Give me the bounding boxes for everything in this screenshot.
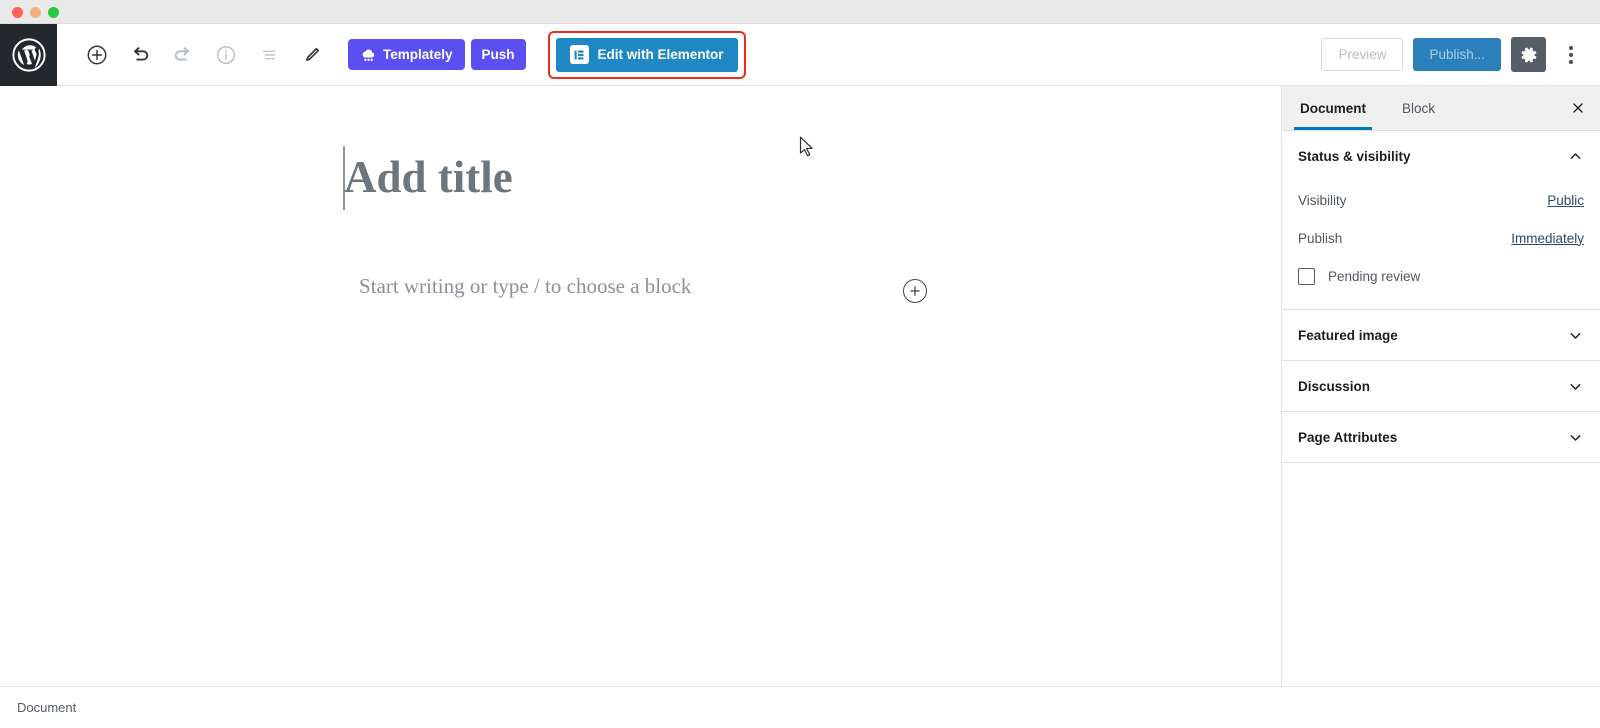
window-titlebar [0,0,1600,24]
editor-window: Templately Push Edit with Elementor Prev… [0,0,1600,728]
add-block-button[interactable] [77,35,117,75]
plugin-button-group: Templately Push [348,39,526,70]
editor-footer: Document [0,686,1600,728]
cloud-dots-icon [362,49,375,62]
kebab-dot [1569,52,1573,57]
elementor-highlight-outline: Edit with Elementor [547,30,746,79]
toolbar-icon-group [77,35,332,75]
templately-button-label: Templately [383,47,453,62]
elementor-panel-icon [569,45,589,64]
edit-with-elementor-label: Edit with Elementor [597,47,724,62]
panel-status-visibility-header[interactable]: Status & visibility [1282,131,1600,181]
pending-review-checkbox[interactable] [1298,267,1315,285]
gear-icon [1520,47,1536,62]
settings-toggle-button[interactable] [1511,37,1546,72]
wordpress-logo-icon [11,37,46,72]
mouse-pointer-icon [799,136,813,157]
wordpress-logo-button[interactable] [0,23,57,86]
chevron-down-icon [1570,332,1581,339]
panel-featured-image-header[interactable]: Featured image [1282,310,1600,360]
editor-canvas[interactable]: Add title Start writing or type / to cho… [0,86,1282,686]
publish-label: Publish [1298,230,1343,246]
pencil-icon [306,47,320,61]
chevron-up-icon [1570,152,1581,159]
undo-icon [133,46,149,61]
panel-page-attributes: Page Attributes [1282,412,1600,463]
pending-review-label[interactable]: Pending review [1328,269,1420,284]
panel-title: Status & visibility [1298,148,1411,164]
panel-status-visibility: Status & visibility Visibility Public Pu… [1282,131,1600,310]
list-view-icon [262,50,276,59]
details-button[interactable] [206,35,246,75]
panel-discussion: Discussion [1282,361,1600,412]
plus-circle-icon [910,286,920,296]
panel-title: Page Attributes [1298,429,1398,445]
row-visibility: Visibility Public [1298,181,1584,219]
publish-value-button[interactable]: Immediately [1511,231,1584,246]
panel-page-attributes-header[interactable]: Page Attributes [1282,412,1600,462]
redo-button [163,35,203,75]
minimize-window-button[interactable] [30,7,41,18]
panel-discussion-header[interactable]: Discussion [1282,361,1600,411]
tab-document[interactable]: Document [1282,86,1384,130]
panel-title: Discussion [1298,378,1371,394]
settings-sidebar: Document Block Status & visibility Visib… [1282,86,1600,686]
paragraph-block-placeholder[interactable]: Start writing or type / to choose a bloc… [359,274,691,299]
toolbar-right-group: Preview Publish... [1321,37,1600,72]
chevron-down-icon [1570,434,1581,441]
templately-button[interactable]: Templately [348,39,465,70]
redo-icon [174,46,190,61]
window-controls [12,7,59,18]
publish-button[interactable]: Publish... [1413,38,1501,71]
kebab-dot [1569,59,1573,64]
info-circle-icon [217,45,235,64]
edit-with-elementor-button[interactable]: Edit with Elementor [555,37,738,72]
close-sidebar-button[interactable] [1555,86,1600,130]
more-options-button[interactable] [1556,37,1586,72]
visibility-value-button[interactable]: Public [1547,193,1584,208]
post-title-input[interactable]: Add title [344,152,513,204]
close-icon [1572,103,1583,113]
panel-status-visibility-body: Visibility Public Publish Immediately Pe… [1282,181,1600,309]
panel-title: Featured image [1298,327,1398,343]
visibility-label: Visibility [1298,192,1347,208]
sidebar-tab-bar: Document Block [1282,86,1600,131]
elementor-panel-glyph-icon [574,50,584,59]
plus-circle-icon [87,45,107,64]
undo-button[interactable] [120,35,160,75]
row-publish: Publish Immediately [1298,219,1584,257]
edit-mode-button[interactable] [292,35,332,75]
list-view-button[interactable] [249,35,289,75]
close-window-button[interactable] [12,7,23,18]
tab-block[interactable]: Block [1384,86,1453,130]
inline-block-inserter-button[interactable] [903,279,927,303]
kebab-menu-icon [1569,45,1573,50]
preview-button[interactable]: Preview [1321,38,1404,71]
maximize-window-button[interactable] [48,7,59,18]
editor-toolbar: Templately Push Edit with Elementor Prev… [0,23,1600,86]
chevron-down-icon [1570,383,1581,390]
row-pending-review: Pending review [1298,257,1584,295]
panel-featured-image: Featured image [1282,310,1600,361]
breadcrumb[interactable]: Document [17,700,76,715]
push-button[interactable]: Push [470,39,526,70]
